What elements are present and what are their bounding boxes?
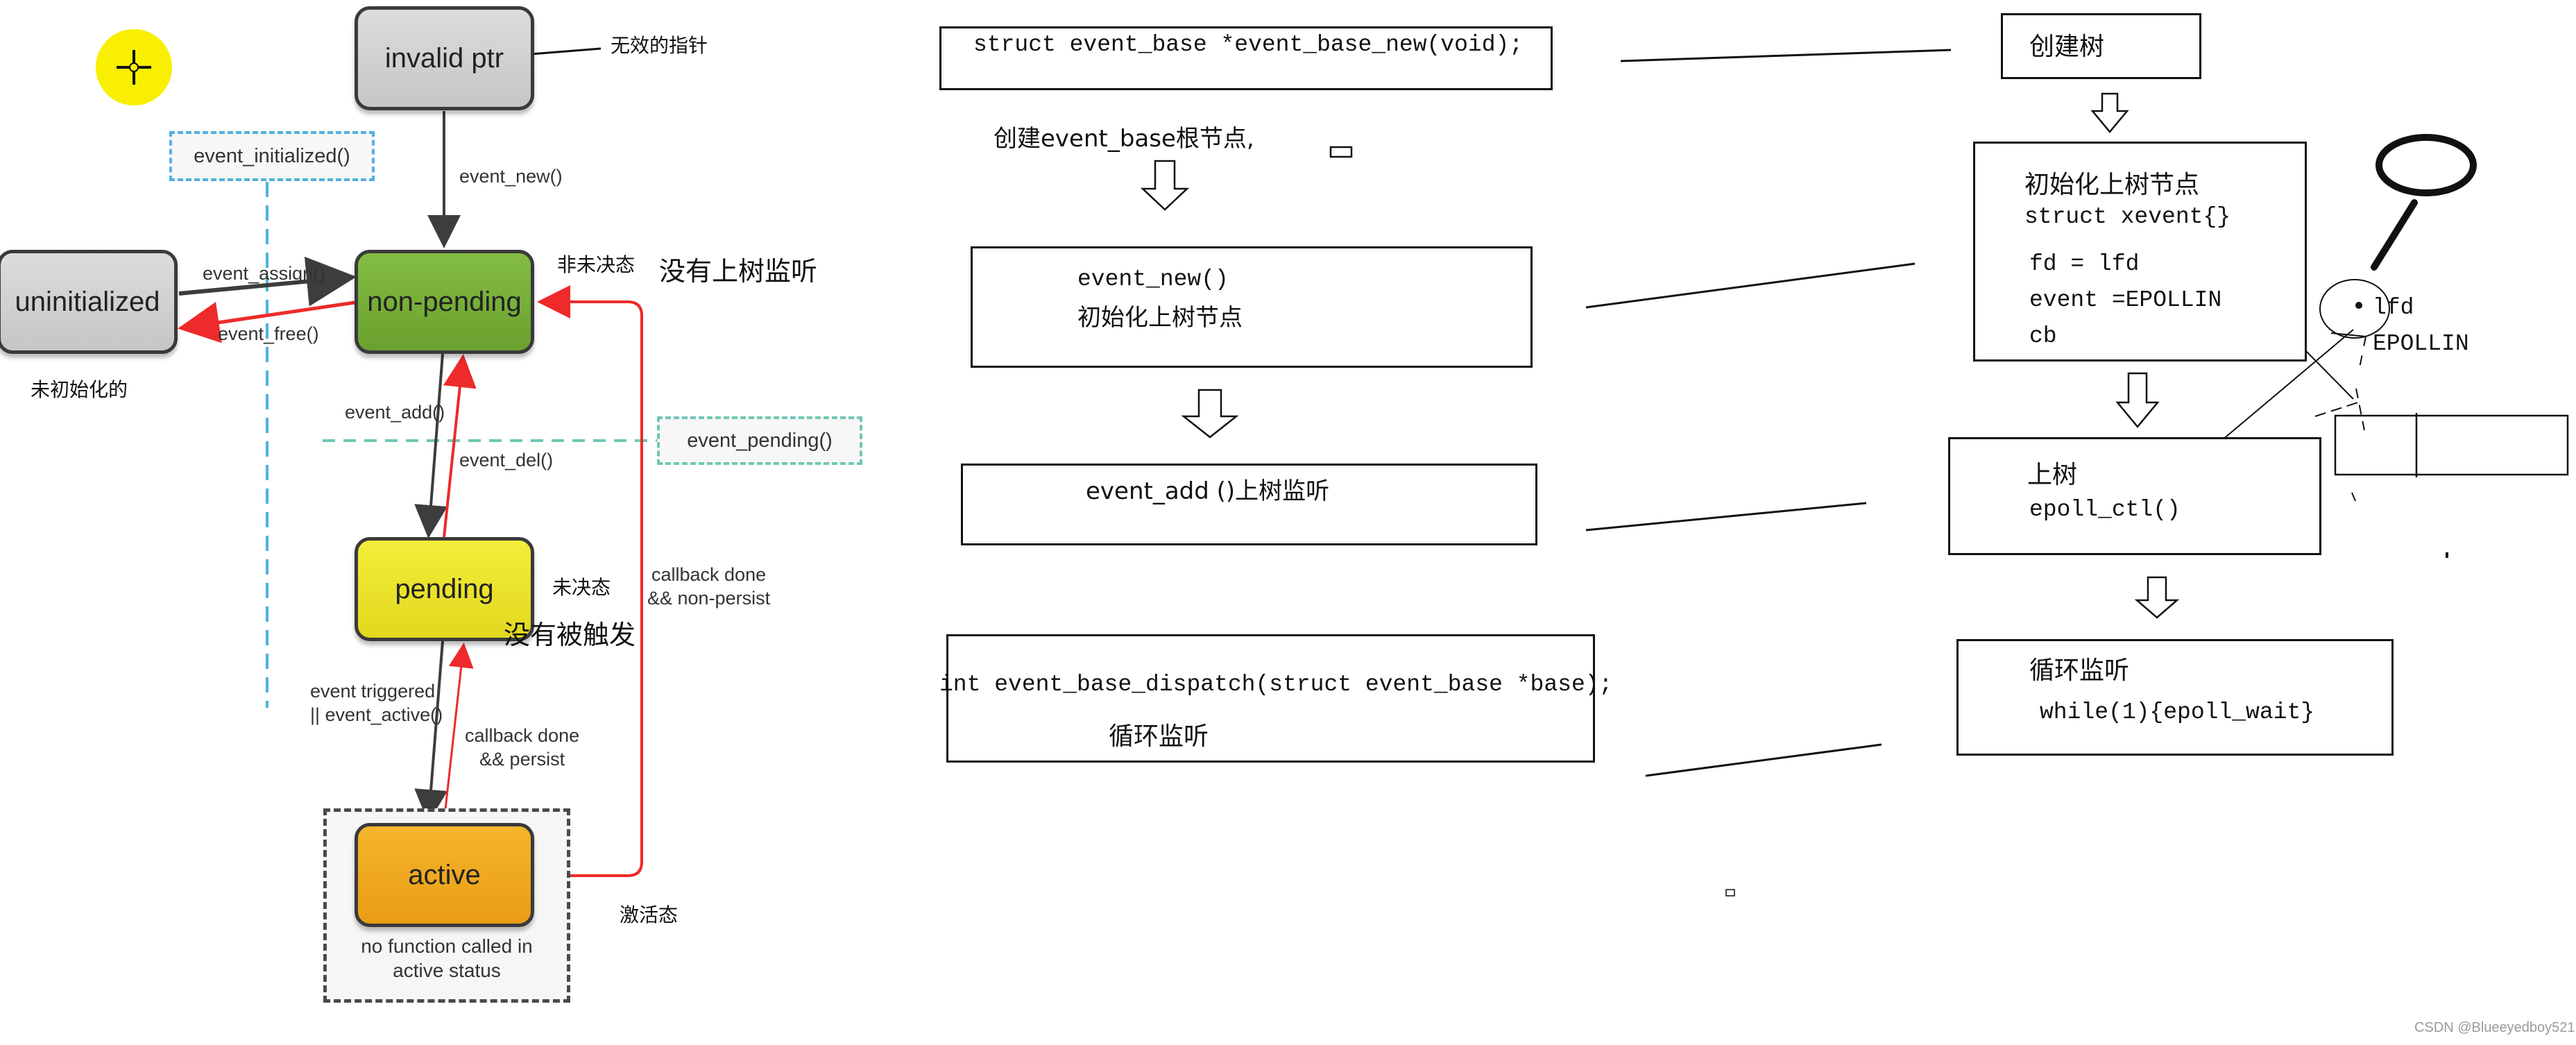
arrow-event-triggered <box>414 640 448 823</box>
label-event-triggered: event triggered || event_active() <box>310 681 443 725</box>
label-callback-persist: callback done && persist <box>465 725 580 770</box>
down-arrow-4 <box>2115 372 2160 428</box>
event-add-code: event_add ()上树监听 <box>1086 477 1330 505</box>
event-base-new-code: struct event_base *event_base_new(void); <box>973 32 1524 58</box>
annotation-uninitialized: 未初始化的 <box>31 378 128 401</box>
label-event-free: event_free() <box>218 323 319 344</box>
invalid-ptr-leader <box>530 47 602 56</box>
add-tree-call: epoll_ctl() <box>2029 497 2181 522</box>
add-tree-box <box>1948 437 2321 555</box>
loop-box <box>1956 639 2394 756</box>
down-arrow-2 <box>1181 389 1239 439</box>
annotation-pending: 未决态 <box>552 576 611 599</box>
active-note: no function called in active status <box>361 935 533 981</box>
state-invalid-ptr: invalid ptr <box>355 6 534 110</box>
annotation-non-pending: 非未决态 <box>557 253 636 276</box>
arrow-event-del <box>443 354 477 538</box>
state-active: active <box>355 823 534 927</box>
label-event-add: event_add() <box>345 402 445 423</box>
event-new-box <box>971 246 1533 368</box>
loop-title: 循环监听 <box>2029 656 2130 685</box>
state-uninitialized-label: uninitialized <box>15 286 160 317</box>
event-initialized-box: event_initialized() <box>169 131 375 181</box>
annotation-invalid-ptr: 无效的指针 <box>611 34 708 57</box>
down-arrow-1 <box>1140 160 1190 211</box>
connector-line-2 <box>1585 262 1916 309</box>
magnifier-lens-doodle <box>2375 134 2477 196</box>
init-node-fd: fd = lfd <box>2029 251 2140 277</box>
create-tree-label: 创建树 <box>2029 33 2105 61</box>
event-base-new-note: 创建event_base根节点, <box>993 125 1254 153</box>
state-active-label: active <box>408 859 481 890</box>
down-arrow-3 <box>2090 92 2129 133</box>
event-new-code: event_new() <box>1077 266 1229 292</box>
event-pending-box: event_pending() <box>657 416 862 465</box>
node-lfd-label: lfd <box>2373 295 2414 321</box>
label-event-new: event_new() <box>459 166 563 187</box>
init-node-cb: cb <box>2029 323 2057 349</box>
dispatch-note: 循环监听 <box>1109 722 1209 751</box>
arrow-callback-persist <box>443 643 474 822</box>
state-pending-label: pending <box>395 573 494 604</box>
annotation-non-pending-note: 没有上树监听 <box>659 256 818 287</box>
loop-call: while(1){epoll_wait} <box>2040 699 2315 725</box>
state-non-pending-label: non-pending <box>367 286 522 317</box>
connector-line-1 <box>1620 49 1952 62</box>
event-new-note: 初始化上树节点 <box>1077 304 1243 332</box>
label-event-del: event_del() <box>459 450 554 470</box>
label-event-assign: event_assign() <box>203 263 326 284</box>
annotation-pending-note: 没有被触发 <box>504 620 636 650</box>
state-uninitialized: uninitialized <box>0 250 178 354</box>
annotation-active: 激活态 <box>620 903 679 926</box>
label-callback-nonpersist: callback done && non-persist <box>647 564 771 609</box>
init-node-struct: struct xevent{} <box>2024 204 2231 230</box>
rb-tree-node-box <box>2334 414 2569 476</box>
add-tree-title: 上树 <box>2027 461 2078 489</box>
down-arrow-5 <box>2134 576 2180 619</box>
magnifier-handle-doodle <box>2371 199 2418 271</box>
arrow-event-add <box>414 353 448 538</box>
state-invalid-ptr-label: invalid ptr <box>384 42 504 74</box>
dispatch-code: int event_base_dispatch(struct event_bas… <box>939 672 1613 697</box>
dispatch-box <box>946 634 1595 763</box>
init-node-title: 初始化上树节点 <box>2024 171 2200 199</box>
state-non-pending: non-pending <box>355 250 534 354</box>
connector-line-4 <box>1645 743 1882 777</box>
connector-line-3 <box>1585 502 1867 532</box>
watermark: CSDN @Blueeyedboy521 <box>2414 1020 2575 1035</box>
node-epollin-label: EPOLLIN <box>2373 331 2469 357</box>
init-node-event: event =EPOLLIN <box>2029 287 2222 313</box>
